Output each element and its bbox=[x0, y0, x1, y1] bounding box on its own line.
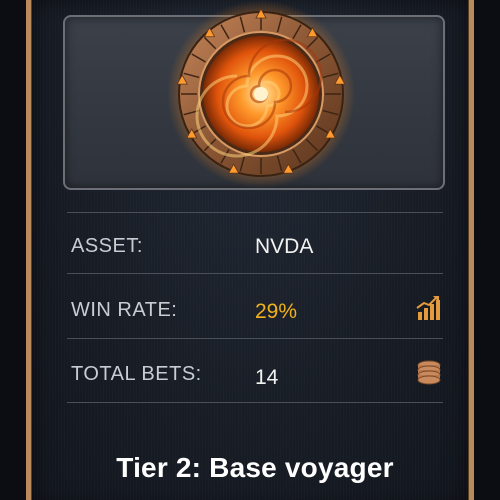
win-rate-value: 29% bbox=[255, 300, 298, 323]
total-bets-label: TOTAL BETS: bbox=[71, 363, 202, 385]
row-divider bbox=[67, 338, 443, 339]
row-divider bbox=[67, 212, 443, 213]
asset-value: NVDA bbox=[255, 235, 314, 258]
stage: ASSET: NVDA WIN RATE: 29% TOTAL BETS: 14… bbox=[0, 0, 500, 500]
win-rate-label: WIN RATE: bbox=[71, 299, 178, 321]
asset-label: ASSET: bbox=[71, 235, 143, 257]
row-divider bbox=[67, 273, 443, 274]
row-divider bbox=[67, 402, 443, 403]
trend-up-bar-chart-icon bbox=[416, 296, 440, 320]
stargate-portal-icon bbox=[167, 0, 355, 188]
coin-stack-icon bbox=[417, 360, 441, 385]
total-bets-value: 14 bbox=[255, 366, 279, 389]
tier-card[interactable]: ASSET: NVDA WIN RATE: 29% TOTAL BETS: 14… bbox=[26, 0, 474, 500]
tier-title: Tier 2: Base voyager bbox=[116, 452, 394, 483]
